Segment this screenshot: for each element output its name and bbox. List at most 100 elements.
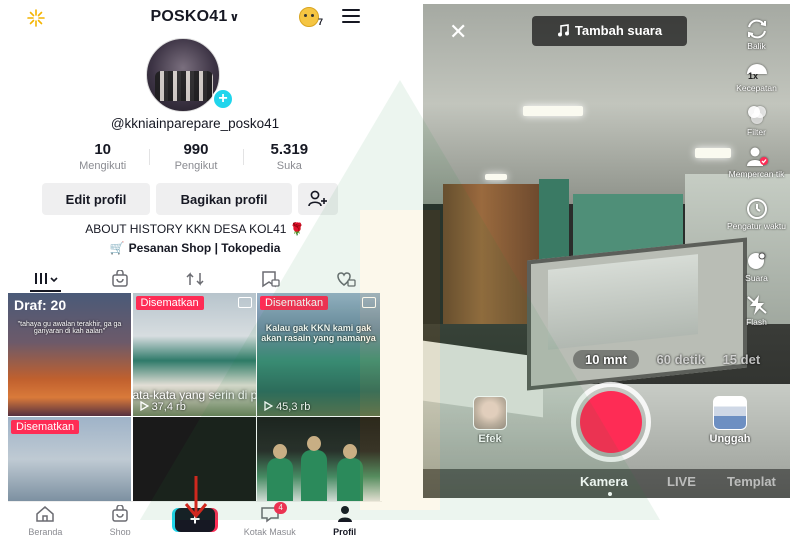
camera-screen: ✕ Tambah suara Balik 1x Kecepatan Filter… [423, 4, 790, 498]
emoji-status-button[interactable]: 7 [299, 6, 325, 30]
upload-label: Unggah [709, 433, 751, 445]
home-icon [36, 506, 55, 522]
nav-label: Beranda [28, 527, 63, 535]
nav-home[interactable]: Beranda [8, 502, 83, 535]
draft-count: Draf: 20 [14, 297, 67, 313]
emoji-face-icon [299, 7, 319, 27]
video-thumbnail-drafts[interactable]: Draf: 20 "tahaya gu awalan terakhir, ga … [8, 293, 131, 416]
thumbnail-caption: ata-kata yang serin di posko [132, 388, 256, 402]
flip-camera-icon [747, 19, 766, 39]
gallery-thumbnail [713, 396, 747, 430]
cart-icon: 🛒 [109, 241, 125, 255]
tool-voice[interactable]: Suara [723, 250, 790, 283]
tab-reposts[interactable] [158, 266, 233, 292]
view-count-value: 37,4 rb [151, 401, 186, 413]
capture-mode-tabs: Kamera LIVE Templat [423, 469, 790, 498]
record-button[interactable] [580, 391, 642, 453]
effects-label: Efek [478, 433, 502, 445]
view-count-value: 45,3 rb [276, 401, 311, 413]
tool-flip[interactable]: Balik [723, 18, 790, 51]
tool-label: Kecepatan [736, 83, 777, 93]
beauty-icon [746, 147, 768, 166]
tool-label: Filter [747, 127, 766, 137]
pinned-badge: Disematkan [11, 420, 80, 434]
voice-icon [747, 252, 765, 269]
shop-link[interactable]: 🛒 Pesanan Shop | Tokopedia [8, 241, 382, 255]
mode-template[interactable]: Templat [727, 474, 776, 489]
stat-followers[interactable]: 990 Pengikut [149, 141, 242, 175]
profile-bio: ABOUT HISTORY KKN DESA KOL41 🌹 [85, 222, 305, 236]
tool-speed[interactable]: 1x Kecepatan [723, 60, 790, 93]
edit-profile-button[interactable]: Edit profil [42, 183, 150, 215]
person-icon [337, 506, 352, 522]
notification-count: 7 [318, 17, 324, 27]
nav-label: Shop [109, 527, 131, 535]
close-icon[interactable]: ✕ [449, 21, 467, 43]
effect-thumbnail [473, 396, 507, 430]
menu-icon[interactable] [342, 9, 360, 23]
nav-inbox[interactable]: 4 Kotak Masuk [232, 502, 307, 535]
tool-timer[interactable]: Pengatur waktu [723, 196, 790, 231]
stat-label: Pengikut [174, 160, 218, 172]
view-count: 37,4 rb [139, 400, 186, 413]
duration-option[interactable]: 60 detik [657, 352, 705, 367]
stat-label: Suka [276, 160, 302, 172]
stat-likes[interactable]: 5.319 Suka [242, 141, 336, 175]
camera-preview-background [443, 184, 539, 324]
video-thumbnail-pinned-2[interactable]: Disematkan Kalau gak KKN kami gak akan r… [257, 293, 380, 416]
upload-button[interactable]: Unggah [705, 396, 755, 445]
music-note-icon [557, 24, 569, 37]
effects-button[interactable]: Efek [470, 396, 510, 445]
tool-beauty[interactable]: Mempercan tik [723, 146, 790, 179]
duration-option[interactable]: 15 det [723, 352, 761, 367]
video-thumbnail[interactable] [257, 417, 380, 502]
share-profile-button[interactable]: Bagikan profil [156, 183, 292, 215]
duration-option-active[interactable]: 10 mnt [573, 350, 639, 369]
shop-bag-icon [112, 504, 128, 522]
add-sound-button[interactable]: Tambah suara [532, 16, 687, 46]
mode-camera[interactable]: Kamera [580, 474, 628, 489]
speed-badge: 1x [748, 71, 759, 81]
profile-screen: POSKO41 ∨ 7 + @kkniainparepare_posko41 10… [8, 0, 382, 535]
photo-post-icon [362, 297, 376, 308]
active-mode-indicator [608, 492, 612, 496]
stat-value: 10 [94, 141, 111, 158]
nav-profile[interactable]: Profil [307, 502, 382, 535]
inbox-badge: 4 [274, 502, 287, 514]
tool-label: Flash [746, 317, 767, 327]
tab-favorites[interactable] [232, 266, 307, 292]
screenshot-stage: POSKO41 ∨ 7 + @kkniainparepare_posko41 10… [0, 0, 790, 535]
shop-link-label: Pesanan Shop | Tokopedia [128, 241, 281, 255]
chevron-down-icon: ∨ [229, 10, 240, 24]
video-thumbnail-pinned-3[interactable]: Disematkan [8, 417, 131, 502]
pinned-badge: Disematkan [260, 296, 329, 310]
stat-value: 5.319 [270, 141, 309, 158]
tool-label: Pengatur waktu [726, 221, 787, 231]
tool-label: Mempercan tik [728, 169, 785, 179]
video-thumbnail-pinned-1[interactable]: Disematkan ata-kata yang serin di posko … [132, 293, 256, 416]
avatar[interactable] [146, 38, 220, 112]
tool-filter[interactable]: Filter [723, 104, 790, 137]
tool-flash[interactable]: Flash [723, 294, 790, 327]
stat-label: Mengikuti [79, 160, 127, 172]
tab-shop[interactable] [83, 266, 158, 292]
stat-following[interactable]: 10 Mengikuti [56, 141, 149, 175]
profile-stats: 10 Mengikuti 990 Pengikut 5.319 Suka [56, 141, 336, 175]
add-story-icon[interactable]: + [212, 88, 234, 110]
nav-label: Profil [333, 527, 357, 535]
nav-label: Kotak Masuk [243, 527, 296, 535]
tab-liked[interactable] [307, 266, 382, 292]
profile-actions: Edit profil Bagikan profil [42, 183, 338, 215]
duration-selector: 10 mnt 60 detik 15 det [573, 350, 790, 370]
mode-live[interactable]: LIVE [667, 474, 696, 489]
nav-shop[interactable]: Shop [83, 502, 158, 535]
add-friend-button[interactable] [298, 183, 338, 215]
photo-post-icon [237, 297, 252, 308]
page-title: POSKO41 [150, 8, 228, 25]
thumbnail-overlay-text: "tahaya gu awalan terakhir, ga ga ganyar… [17, 321, 122, 335]
account-switcher[interactable]: POSKO41 ∨ [8, 8, 382, 26]
thumbnail-overlay-text: Kalau gak KKN kami gak akan rasain yang … [261, 323, 376, 343]
profile-topbar: POSKO41 ∨ 7 [8, 0, 382, 36]
tab-videos[interactable] [8, 266, 83, 292]
video-grid: Draf: 20 "tahaya gu awalan terakhir, ga … [8, 293, 380, 502]
